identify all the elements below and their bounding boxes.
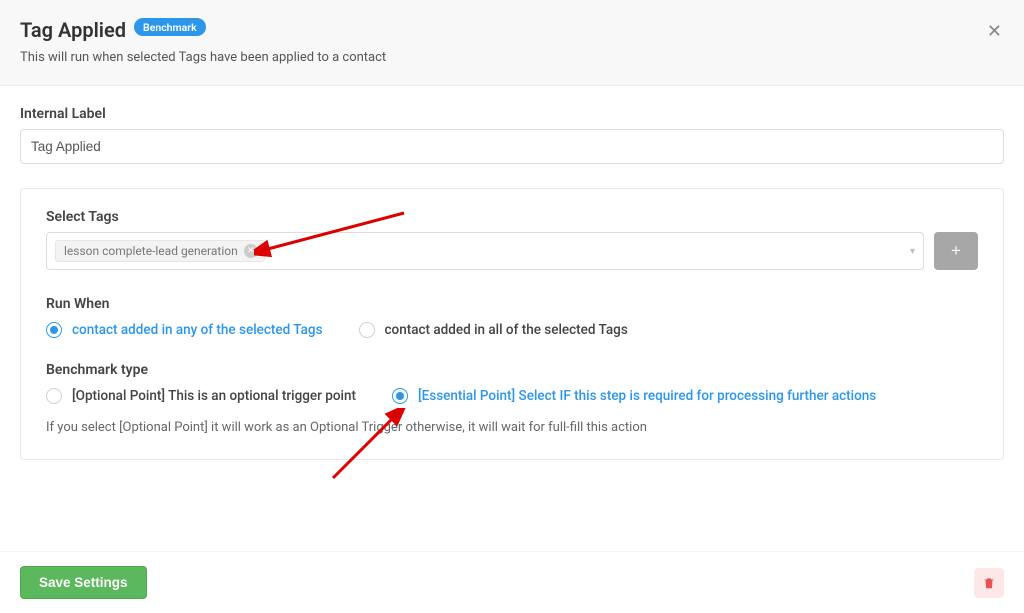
radio-benchmark-essential[interactable]: [Essential Point] Select IF this step is… [392,388,876,404]
chevron-down-icon: ▾ [910,246,915,257]
radio-run-when-all[interactable]: contact added in all of the selected Tag… [359,322,628,338]
panel-header: Tag Applied Benchmark This will run when… [0,0,1024,86]
panel-title: Tag Applied [20,18,126,42]
benchmark-type-options: [Optional Point] This is an optional tri… [46,388,978,404]
internal-label-label: Internal Label [20,106,1004,122]
radio-dot-icon [392,388,408,404]
panel-body: Internal Label Select Tags lesson comple… [0,86,1024,460]
radio-label-all: contact added in all of the selected Tag… [385,322,628,338]
tag-select[interactable]: lesson complete-lead generation ✕ ▾ [46,232,924,270]
delete-button[interactable] [974,568,1004,598]
run-when-label: Run When [46,296,978,312]
radio-dot-icon [46,322,62,338]
select-tags-row: lesson complete-lead generation ✕ ▾ + [46,232,978,270]
tag-chip: lesson complete-lead generation ✕ [55,240,265,262]
benchmark-badge: Benchmark [134,18,206,36]
radio-label-optional: [Optional Point] This is an optional tri… [72,388,356,404]
panel-description: This will run when selected Tags have be… [20,50,1004,65]
radio-benchmark-optional[interactable]: [Optional Point] This is an optional tri… [46,388,356,404]
radio-dot-icon [46,388,62,404]
run-when-options: contact added in any of the selected Tag… [46,322,978,338]
radio-dot-icon [359,322,375,338]
benchmark-type-label: Benchmark type [46,362,978,378]
benchmark-hint: If you select [Optional Point] it will w… [46,420,978,435]
plus-icon: + [951,241,961,261]
save-settings-button[interactable]: Save Settings [20,566,147,599]
select-tags-label: Select Tags [46,209,978,225]
radio-label-essential: [Essential Point] Select IF this step is… [418,388,876,404]
add-tag-button[interactable]: + [934,232,978,270]
tag-chip-label: lesson complete-lead generation [64,244,238,258]
header-title-row: Tag Applied Benchmark [20,18,1004,42]
remove-tag-icon[interactable]: ✕ [244,244,258,258]
close-icon: ✕ [987,21,1002,41]
radio-run-when-any[interactable]: contact added in any of the selected Tag… [46,322,323,338]
internal-label-input[interactable] [20,129,1004,164]
settings-card: Select Tags lesson complete-lead generat… [20,188,1004,460]
trash-icon [982,576,996,590]
panel-footer: Save Settings [0,551,1024,613]
radio-label-any: contact added in any of the selected Tag… [72,322,323,338]
close-button[interactable]: ✕ [987,22,1002,40]
